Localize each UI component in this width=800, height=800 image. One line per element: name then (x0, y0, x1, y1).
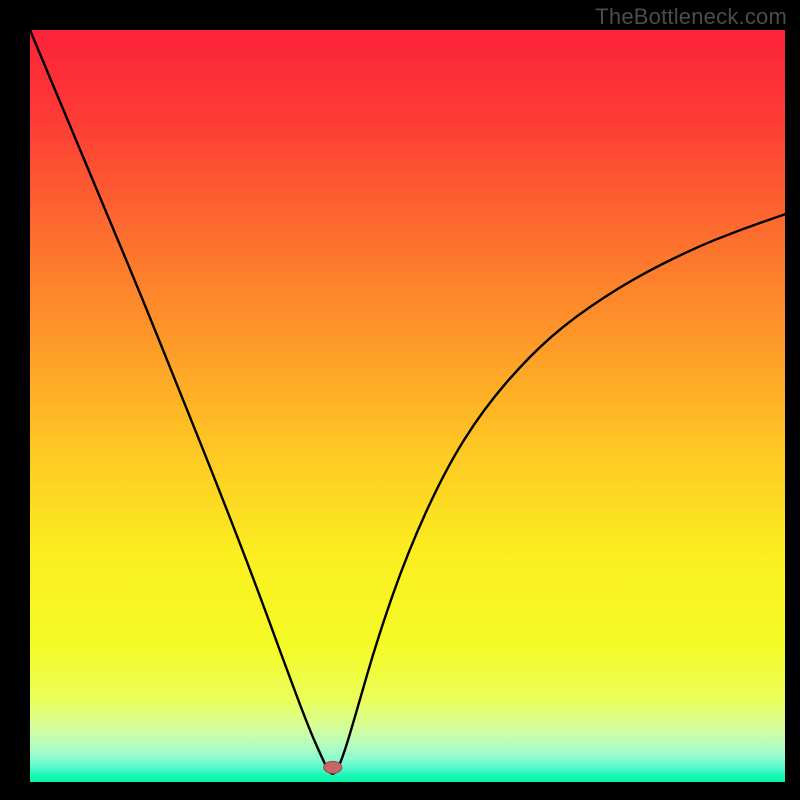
plot-area (30, 30, 785, 782)
chart-root: TheBottleneck.com (0, 0, 800, 800)
watermark-text: TheBottleneck.com (595, 4, 787, 30)
curve-layer (30, 30, 785, 782)
bottleneck-curve (30, 30, 785, 774)
optimal-point-marker (324, 761, 342, 773)
